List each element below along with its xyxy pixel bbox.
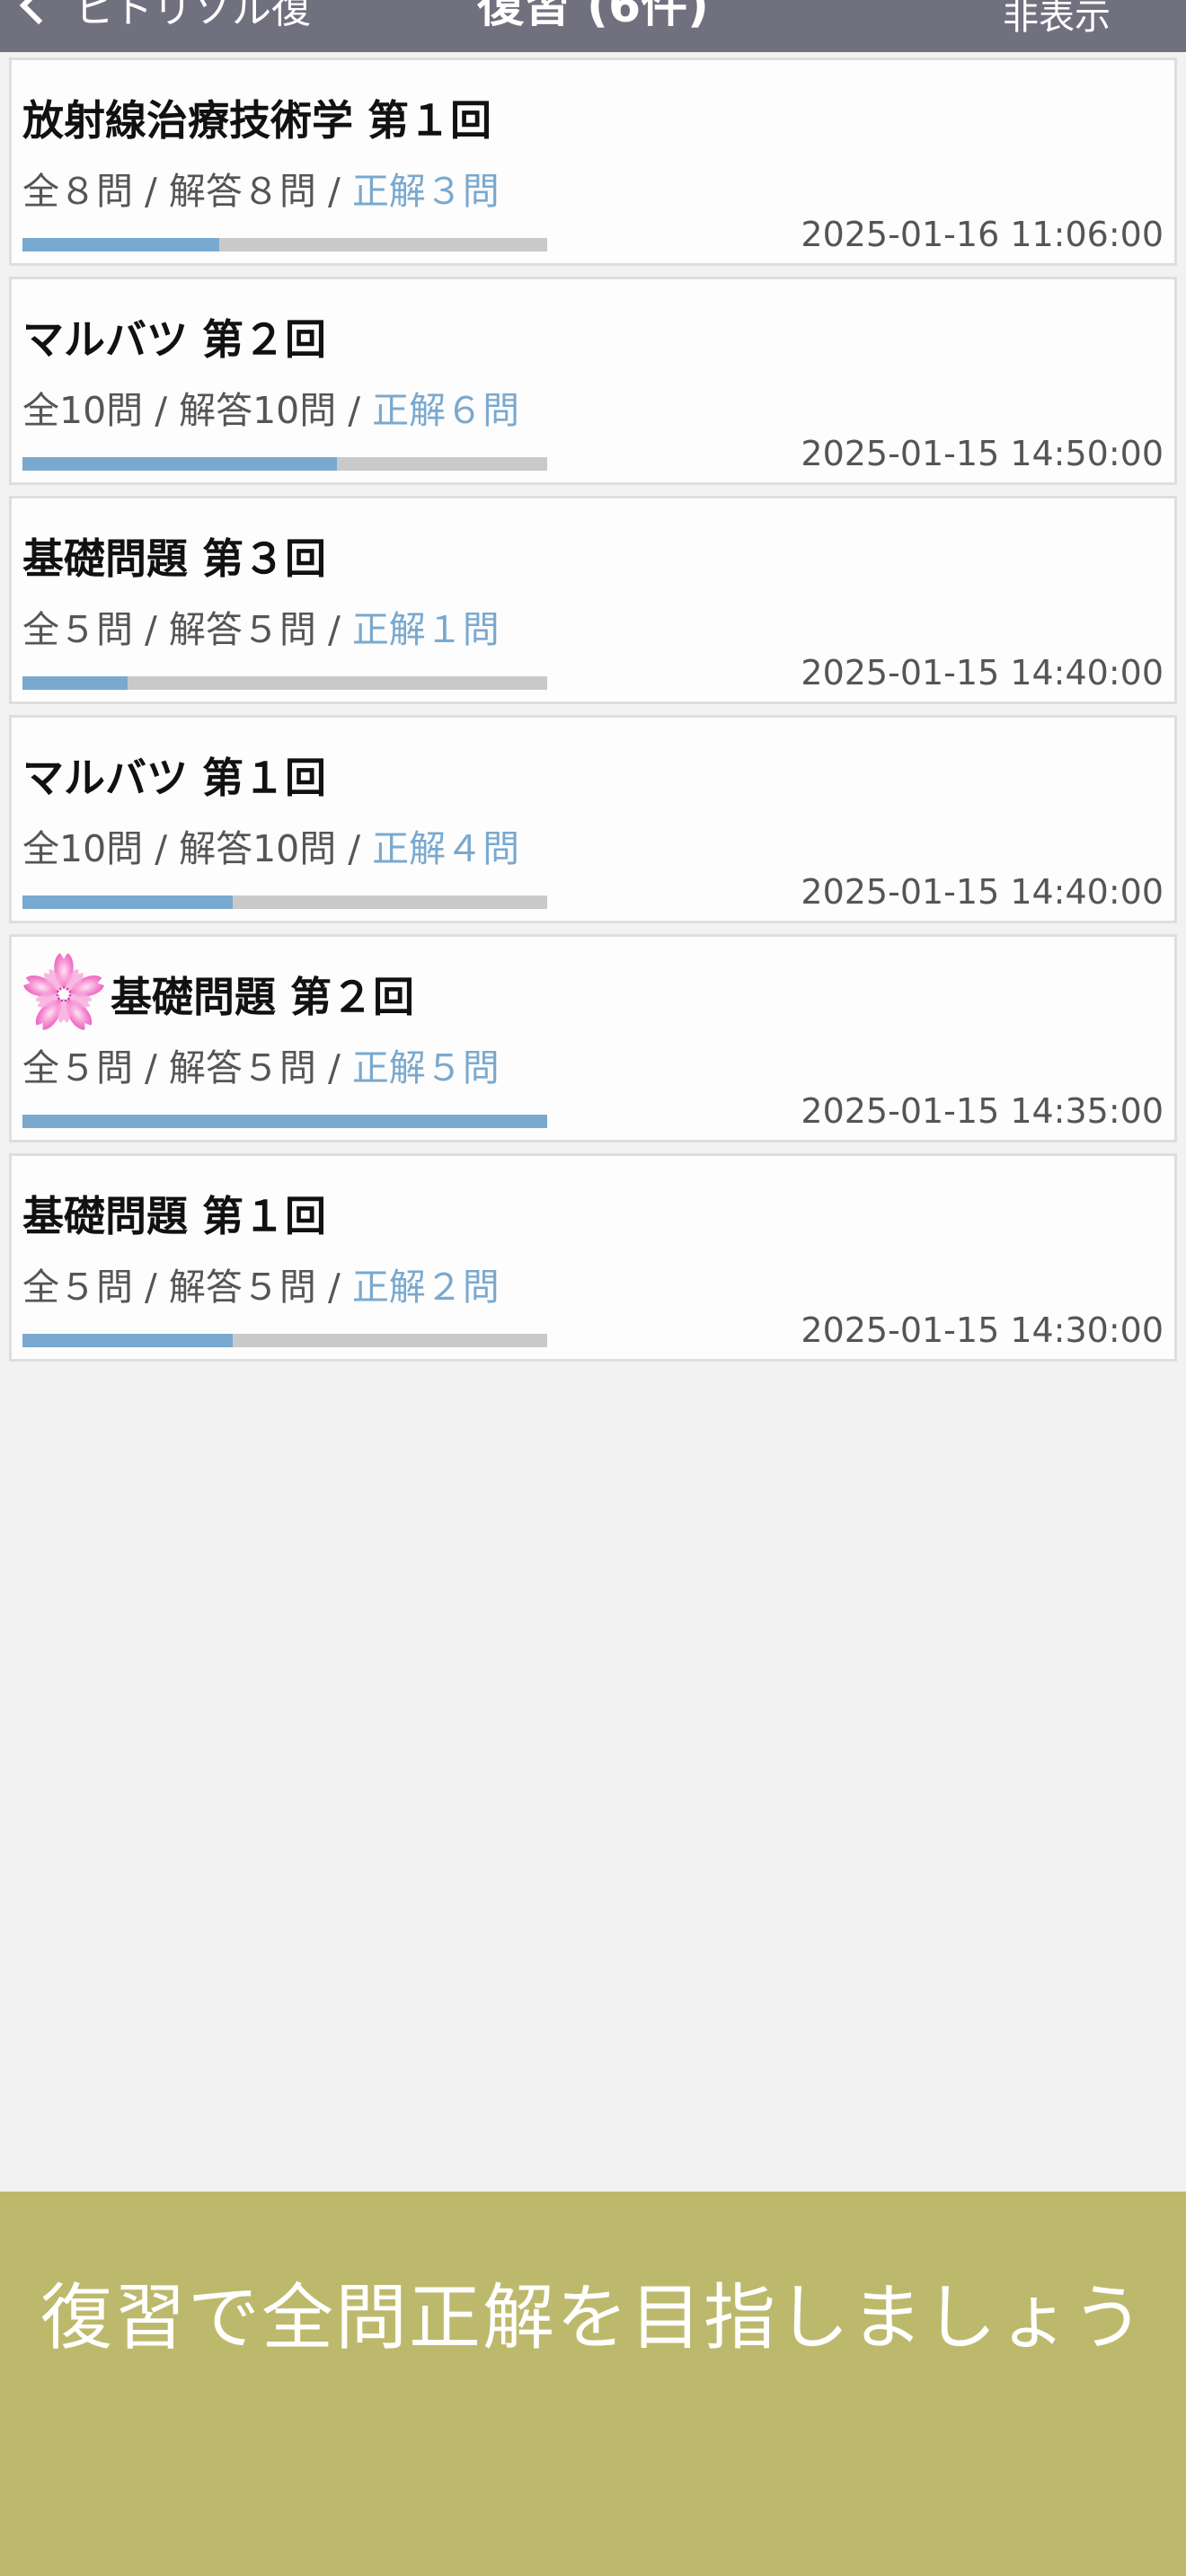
review-item-date: 2025-01-15 14:35:00 (801, 1091, 1164, 1131)
progress-bar (22, 676, 547, 690)
separator: / (145, 170, 169, 213)
total-count: 全５問 (22, 1046, 133, 1090)
review-item-title: 基礎問題 第３回 (22, 534, 327, 583)
separator: / (145, 1266, 169, 1309)
review-item-title-row: 基礎問題 第１回 (22, 1185, 326, 1242)
footer-message: 復習で全問正解を目指しましょう (40, 2276, 1146, 2360)
separator: / (348, 827, 373, 870)
separator: / (327, 608, 352, 651)
total-count: 全８問 (22, 170, 133, 213)
separator: / (145, 608, 169, 651)
answered-count: 解答５問 (168, 608, 316, 651)
review-item-stats: 全５問 / 解答５問 / 正解２問 (22, 1257, 500, 1310)
review-item[interactable]: マルバツ 第２回 全10問 / 解答10問 / 正解６問 2025-01-15 … (9, 277, 1177, 485)
answered-count: 解答８問 (168, 170, 316, 213)
review-item-title: 基礎問題 第２回 (111, 973, 415, 1021)
separator: / (348, 389, 373, 432)
answered-count: 解答５問 (168, 1046, 316, 1090)
review-item-title-row: 放射線治療技術学 第１回 (22, 89, 491, 146)
review-item-stats: 全５問 / 解答５問 / 正解５問 (22, 1037, 500, 1091)
review-item-title: マルバツ 第２回 (22, 315, 327, 364)
review-item-title: マルバツ 第１回 (22, 754, 327, 802)
correct-count: 正解５問 (351, 1046, 500, 1090)
review-item-date: 2025-01-15 14:30:00 (801, 1310, 1164, 1350)
progress-bar (22, 238, 547, 251)
review-item-title: 基礎問題 第１回 (22, 1192, 327, 1240)
review-item-title: 放射線治療技術学 第１回 (22, 96, 492, 145)
separator: / (155, 389, 180, 432)
total-count: 全10問 (22, 827, 144, 870)
correct-count: 正解６問 (372, 389, 520, 432)
separator: / (327, 1266, 352, 1309)
review-item-title-row: マルバツ 第２回 (22, 308, 326, 366)
correct-count: 正解２問 (351, 1266, 500, 1309)
review-item-date: 2025-01-15 14:50:00 (801, 434, 1164, 473)
total-count: 全５問 (22, 608, 133, 651)
progress-bar (22, 895, 547, 909)
review-item-title-row: 基礎問題 第２回 (22, 953, 415, 1030)
progress-fill (22, 1115, 547, 1128)
progress-bar (22, 457, 547, 471)
review-item[interactable]: 基礎問題 第１回 全５問 / 解答５問 / 正解２問 2025-01-15 14… (9, 1153, 1177, 1362)
review-item-stats: 全10問 / 解答10問 / 正解４問 (22, 818, 519, 872)
answered-count: 解答10問 (179, 389, 337, 432)
correct-count: 正解３問 (351, 170, 500, 213)
hide-button[interactable]: 非表示 (1003, 0, 1111, 40)
review-item-stats: 全10問 / 解答10問 / 正解６問 (22, 380, 519, 434)
review-item-stats: 全８問 / 解答８問 / 正解３問 (22, 161, 500, 215)
flower-icon (23, 953, 104, 1030)
separator: / (327, 1046, 352, 1090)
separator: / (145, 1046, 169, 1090)
review-item[interactable]: 基礎問題 第３回 全５問 / 解答５問 / 正解１問 2025-01-15 14… (9, 496, 1177, 704)
review-item-date: 2025-01-15 14:40:00 (801, 872, 1164, 912)
progress-bar (22, 1334, 547, 1347)
progress-fill (22, 676, 128, 690)
review-screen: ヒトリソル復 復習 (6件) 非表示 放射線治療技術学 第１回 全８問 / 解答… (0, 0, 1186, 2576)
review-item[interactable]: 放射線治療技術学 第１回 全８問 / 解答８問 / 正解３問 2025-01-1… (9, 57, 1177, 266)
nav-bar: ヒトリソル復 復習 (6件) 非表示 (0, 0, 1186, 52)
correct-count: 正解１問 (351, 608, 500, 651)
correct-count: 正解４問 (372, 827, 520, 870)
progress-fill (22, 895, 233, 909)
progress-fill (22, 1334, 233, 1347)
answered-count: 解答10問 (179, 827, 337, 870)
review-item-title-row: マルバツ 第１回 (22, 746, 326, 804)
review-item-date: 2025-01-16 11:06:00 (801, 215, 1164, 254)
review-item-stats: 全５問 / 解答５問 / 正解１問 (22, 599, 500, 653)
total-count: 全５問 (22, 1266, 133, 1309)
progress-fill (22, 238, 219, 251)
review-list: 放射線治療技術学 第１回 全８問 / 解答８問 / 正解３問 2025-01-1… (9, 57, 1177, 1372)
progress-bar (22, 1115, 547, 1128)
total-count: 全10問 (22, 389, 144, 432)
answered-count: 解答５問 (168, 1266, 316, 1309)
separator: / (155, 827, 180, 870)
progress-fill (22, 457, 338, 471)
review-item-title-row: 基礎問題 第３回 (22, 527, 326, 585)
review-item[interactable]: マルバツ 第１回 全10問 / 解答10問 / 正解４問 2025-01-15 … (9, 715, 1177, 923)
footer-banner: 復習で全問正解を目指しましょう (0, 2192, 1186, 2576)
separator: / (327, 170, 352, 213)
review-item[interactable]: 基礎問題 第２回 全５問 / 解答５問 / 正解５問 2025-01-15 14… (9, 934, 1177, 1142)
review-item-date: 2025-01-15 14:40:00 (801, 653, 1164, 693)
